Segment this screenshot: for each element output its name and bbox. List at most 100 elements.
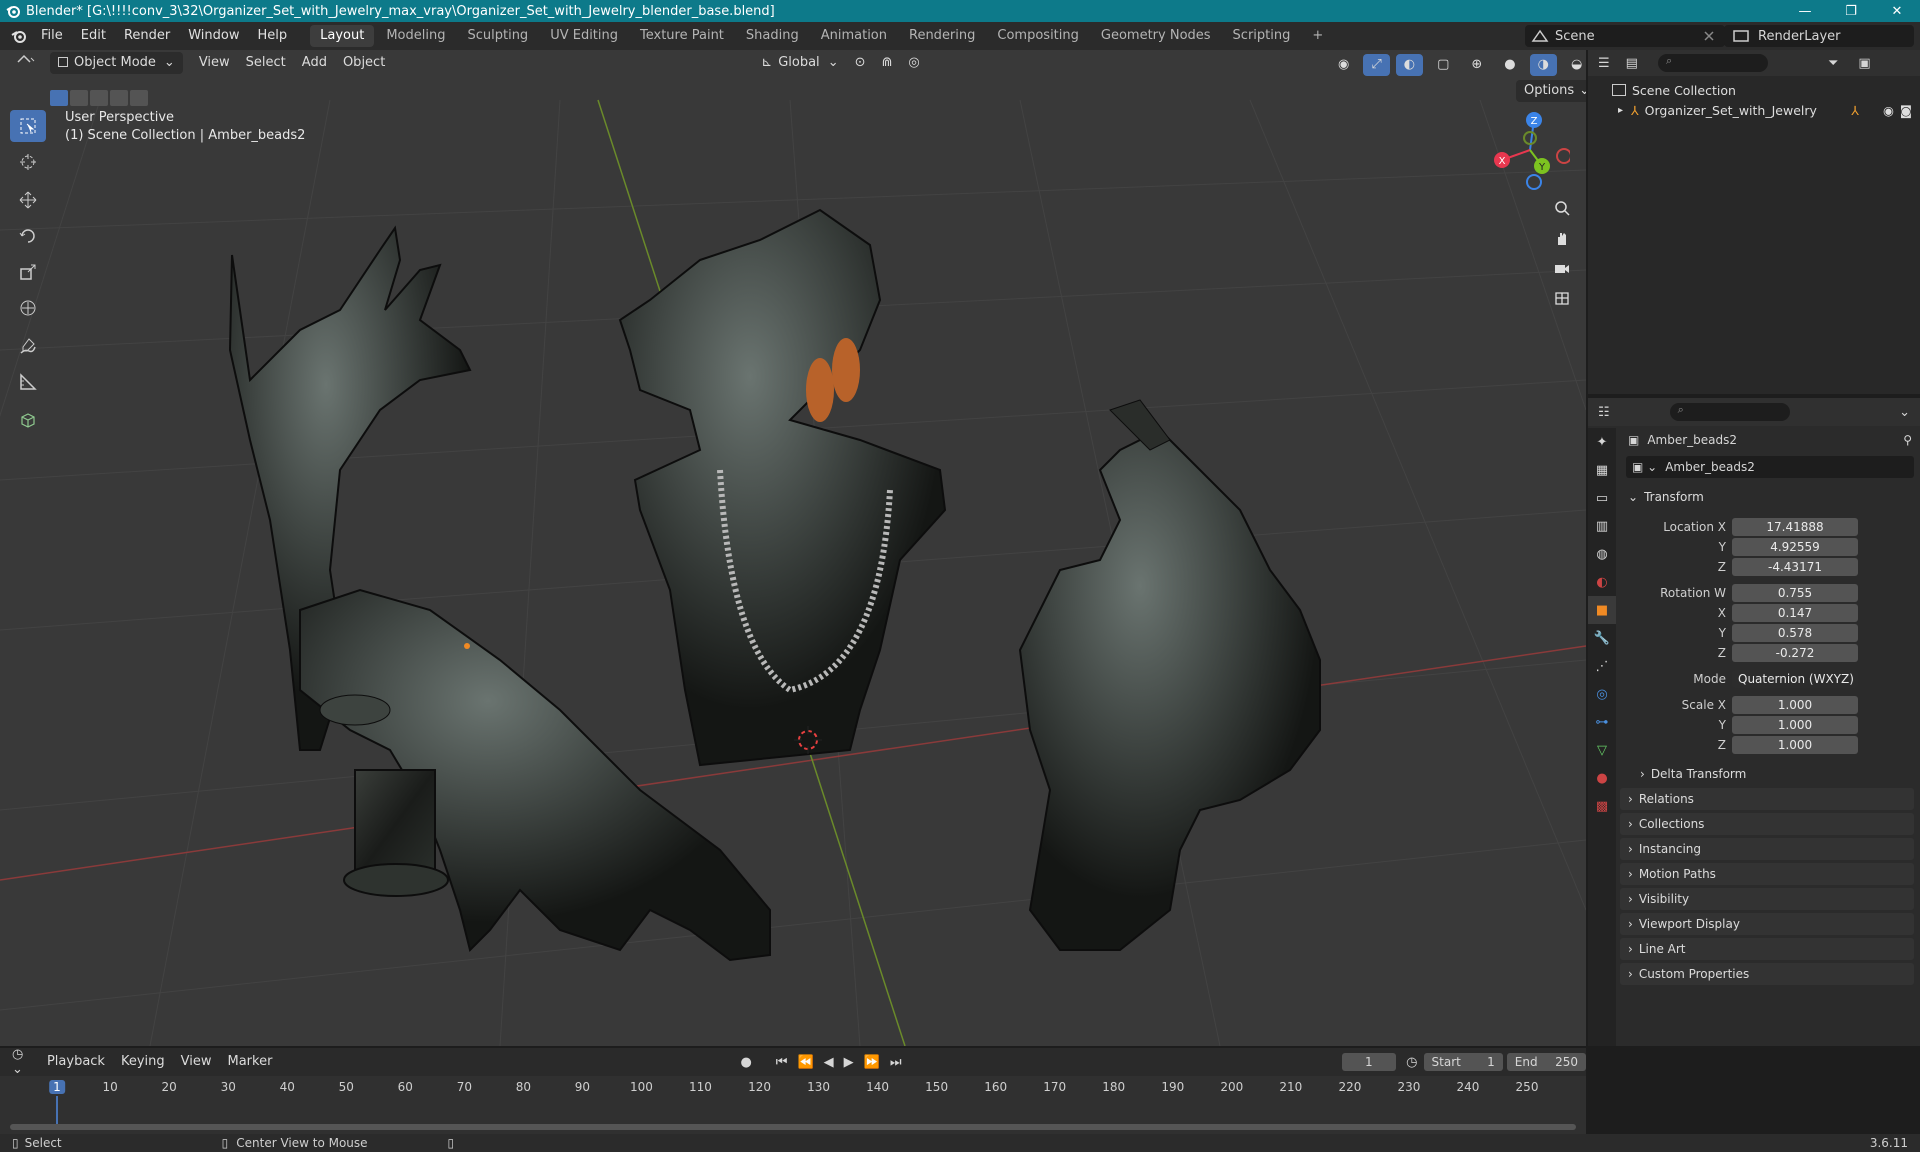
menu-help[interactable]: Help [249,22,297,50]
menu-object[interactable]: Object [335,52,393,74]
pivot-icon[interactable]: ⊙ [847,52,874,74]
camera-view-icon[interactable] [1548,254,1576,282]
next-keyframe-icon[interactable]: ⏩ [864,1055,880,1070]
expand-arrow-icon[interactable]: ▸ [1618,105,1623,116]
relations-panel-header[interactable]: › Relations [1620,788,1914,810]
options-button[interactable]: Options ⌄ [1516,80,1586,102]
menu-render[interactable]: Render [115,22,179,50]
rotation-y-field[interactable]: 0.578 [1732,624,1858,642]
wireframe-shading-icon[interactable]: ⊕ [1463,54,1490,76]
tab-texture-paint[interactable]: Texture Paint [630,25,734,47]
move-tool[interactable] [10,184,46,216]
menu-view[interactable]: View [191,52,238,74]
tab-layout[interactable]: Layout [310,25,375,47]
tool-tab-icon[interactable]: ✦ [1588,428,1616,456]
transform-orientation-dropdown[interactable]: ⊾ Global ⌄ [753,52,846,74]
select-subtract-icon[interactable] [90,90,108,106]
navigation-gizmo[interactable]: Z X Y [1490,110,1570,190]
menu-playback[interactable]: Playback [39,1051,113,1073]
measure-tool[interactable] [10,366,46,398]
location-z-field[interactable]: -4.43171 [1732,558,1858,576]
3d-viewport[interactable]: Object Mode ⌄ View Select Add Object ⊾ Glo… [0,50,1586,1046]
minimize-button[interactable]: — [1782,4,1828,19]
constraints-tab-icon[interactable]: ⊶ [1588,708,1616,736]
particles-tab-icon[interactable]: ⋰ [1588,652,1616,680]
record-icon[interactable]: ● [740,1055,751,1070]
timeline-editor-icon[interactable]: ◷ ⌄ [12,1047,31,1077]
stopwatch-icon[interactable]: ◷ [1406,1055,1417,1070]
select-intersect-icon[interactable] [130,90,148,106]
maximize-button[interactable]: ❐ [1828,4,1874,19]
rotation-mode-dropdown[interactable]: Quaternion (WXYZ) [1732,670,1858,688]
viewport-display-panel-header[interactable]: › Viewport Display [1620,913,1914,935]
viewport-scene[interactable] [0,50,1586,1046]
tab-animation[interactable]: Animation [811,25,897,47]
object-tab-icon[interactable]: ■ [1588,596,1616,624]
outliner-row-scene-collection[interactable]: Scene Collection [1588,80,1920,100]
chevron-down-icon[interactable]: ⌄ [1899,405,1910,420]
outliner-search-input[interactable]: ⌕ [1657,54,1768,72]
close-scene-icon[interactable] [1703,30,1715,42]
filter-icon[interactable]: ⏷ [1828,56,1838,71]
rotation-w-field[interactable]: 0.755 [1732,584,1858,602]
output-tab-icon[interactable]: ▭ [1588,484,1616,512]
editor-type-button[interactable] [8,52,44,74]
instancing-panel-header[interactable]: › Instancing [1620,838,1914,860]
location-x-field[interactable]: 17.41888 [1732,518,1858,536]
location-y-field[interactable]: 4.92559 [1732,538,1858,556]
select-extend-icon[interactable] [70,90,88,106]
delta-transform-header[interactable]: › Delta Transform [1620,763,1914,785]
toggle-ortho-grid-icon[interactable] [1548,284,1576,312]
tab-rendering[interactable]: Rendering [899,25,985,47]
add-workspace-button[interactable]: + [1302,25,1333,47]
render-layer-selector[interactable]: RenderLayer [1724,25,1914,47]
tab-geometry-nodes[interactable]: Geometry Nodes [1091,25,1221,47]
menu-window[interactable]: Window [179,22,248,50]
tab-compositing[interactable]: Compositing [987,25,1089,47]
texture-tab-icon[interactable]: ▩ [1588,792,1616,820]
play-reverse-icon[interactable]: ◀ [824,1055,834,1070]
material-tab-icon[interactable]: ● [1588,764,1616,792]
menu-edit[interactable]: Edit [72,22,115,50]
scale-z-field[interactable]: 1.000 [1732,736,1858,754]
scene-selector[interactable]: Scene [1525,25,1725,47]
select-invert-icon[interactable] [110,90,128,106]
menu-select[interactable]: Select [238,52,294,74]
menu-marker[interactable]: Marker [220,1051,281,1073]
tab-shading[interactable]: Shading [736,25,809,47]
mode-dropdown[interactable]: Object Mode ⌄ [50,52,183,74]
select-box-tool[interactable] [10,110,46,142]
timeline-scrollbar[interactable] [10,1124,1576,1130]
solid-shading-icon[interactable]: ● [1496,54,1523,76]
scale-tool[interactable] [10,256,46,288]
menu-file[interactable]: File [32,22,72,50]
custom-properties-panel-header[interactable]: › Custom Properties [1620,963,1914,985]
transform-panel-header[interactable]: ⌄ Transform [1620,486,1914,508]
eye-visibility-icon[interactable]: ◉ [1883,103,1894,118]
jump-start-icon[interactable]: ⏮ [776,1055,788,1070]
current-frame-field[interactable]: 1 [1341,1053,1397,1071]
play-icon[interactable]: ▶ [844,1055,854,1070]
start-frame-field[interactable]: Start 1 [1423,1053,1503,1071]
modifier-tab-icon[interactable]: 🔧 [1588,624,1616,652]
transform-tool[interactable] [10,292,46,324]
frame-ruler[interactable]: 1 10 20 30 40 50 60 70 80 90 100 110 120 130 140 150 160… [0,1076,1586,1134]
menu-keying[interactable]: Keying [113,1051,173,1073]
rotation-x-field[interactable]: 0.147 [1732,604,1858,622]
scale-x-field[interactable]: 1.000 [1732,696,1858,714]
collections-panel-header[interactable]: › Collections [1620,813,1914,835]
rotate-tool[interactable] [10,220,46,252]
prev-keyframe-icon[interactable]: ⏪ [797,1055,813,1070]
select-new-icon[interactable] [50,90,68,106]
tab-uv-editing[interactable]: UV Editing [540,25,628,47]
close-button[interactable]: ✕ [1874,4,1920,19]
outliner-row-organizer[interactable]: ▸ ⅄ Organizer_Set_with_Jewelry ⅄ ◉ ◙ [1588,100,1920,120]
motion-paths-panel-header[interactable]: › Motion Paths [1620,863,1914,885]
material-shading-icon[interactable]: ◑ [1529,54,1557,76]
world-tab-icon[interactable]: ◐ [1588,568,1616,596]
end-frame-field[interactable]: End 250 [1506,1053,1586,1071]
outliner-editor-icon[interactable]: ☰ [1598,56,1610,71]
zoom-icon[interactable] [1548,194,1576,222]
snap-icon[interactable]: ⋒ [874,52,901,74]
menu-add[interactable]: Add [294,52,335,74]
